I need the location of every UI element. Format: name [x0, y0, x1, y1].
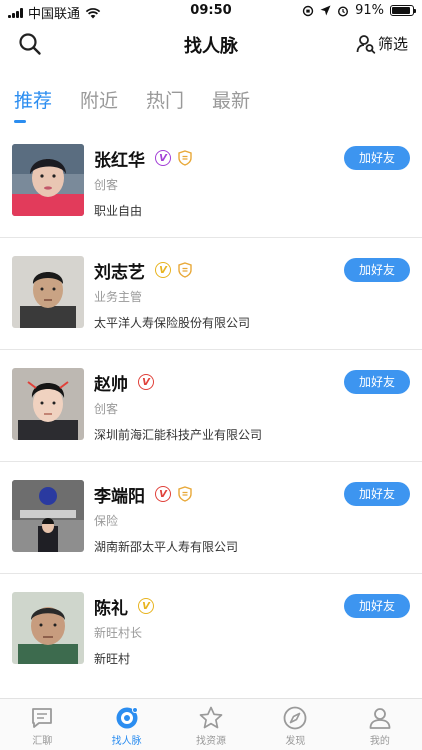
- battery-icon: [390, 5, 416, 16]
- nav-label: 我的: [369, 736, 390, 747]
- nav-header: 找人脉 筛选: [0, 22, 422, 66]
- person-card[interactable]: 张红华 V 创客 职业自由 加好友: [0, 126, 422, 238]
- person-role: 新旺村长: [94, 626, 143, 640]
- shield-badge-icon: [178, 486, 192, 502]
- person-name: 赵帅: [94, 375, 128, 395]
- avatar[interactable]: [12, 368, 84, 440]
- badge-group: V: [155, 486, 193, 502]
- add-friend-button[interactable]: 加好友: [344, 370, 410, 394]
- chat-icon: [32, 708, 53, 728]
- badge-group: V: [155, 262, 193, 278]
- vip-badge-icon: V: [138, 598, 154, 614]
- person-card[interactable]: 李端阳 V 保险 湖南新邵太平人寿有限公司 加好友: [0, 462, 422, 574]
- tab-nearby[interactable]: 附近: [80, 86, 118, 113]
- vip-badge-icon: V: [138, 374, 154, 390]
- person-name: 刘志艺: [94, 263, 145, 283]
- person-company: 太平洋人寿保险股份有限公司: [94, 316, 251, 330]
- user-icon: [369, 708, 391, 729]
- network-icon: [116, 707, 138, 729]
- add-friend-button[interactable]: 加好友: [344, 482, 410, 506]
- vip-badge-icon: V: [155, 486, 171, 502]
- nav-item-profile[interactable]: 我的: [338, 699, 422, 750]
- battery-percent: 91%: [355, 3, 384, 18]
- person-name: 张红华: [94, 151, 145, 171]
- nav-item-resources[interactable]: 找资源: [169, 699, 253, 750]
- nav-label: 汇聊: [32, 736, 53, 747]
- person-role: 创客: [94, 402, 119, 416]
- person-role: 创客: [94, 178, 119, 192]
- person-card[interactable]: 赵帅 V 创客 深圳前海汇能科技产业有限公司 加好友: [0, 350, 422, 462]
- person-role: 业务主管: [94, 290, 143, 304]
- bottom-tab-bar: 汇聊 找人脉 找资源 发现 我的: [0, 698, 422, 750]
- person-name: 李端阳: [94, 487, 145, 507]
- person-name: 陈礼: [94, 599, 128, 619]
- badge-group: V: [155, 150, 193, 166]
- person-company: 新旺村: [94, 652, 131, 666]
- alarm-icon: [338, 5, 349, 17]
- person-card[interactable]: 刘志艺 V 业务主管 太平洋人寿保险股份有限公司 加好友: [0, 238, 422, 350]
- nav-item-network[interactable]: 找人脉: [84, 699, 168, 750]
- shield-badge-icon: [178, 262, 192, 278]
- filter-label: 筛选: [377, 35, 408, 53]
- person-company: 湖南新邵太平人寿有限公司: [94, 540, 239, 554]
- star-icon: [199, 706, 223, 729]
- add-friend-button[interactable]: 加好友: [344, 594, 410, 618]
- tab-recommended[interactable]: 推荐: [14, 86, 52, 113]
- avatar[interactable]: [12, 592, 84, 664]
- location-icon: [320, 5, 331, 16]
- badge-group: V: [138, 598, 154, 614]
- nav-label: 找资源: [196, 736, 227, 747]
- vip-badge-icon: V: [155, 150, 171, 166]
- orientation-lock-icon: [302, 5, 314, 16]
- tab-popular[interactable]: 热门: [146, 86, 184, 113]
- avatar[interactable]: [12, 480, 84, 552]
- nav-label: 发现: [285, 736, 306, 747]
- nav-item-chat[interactable]: 汇聊: [0, 699, 84, 750]
- avatar[interactable]: [12, 144, 84, 216]
- nav-item-discover[interactable]: 发现: [253, 699, 337, 750]
- tab-latest[interactable]: 最新: [212, 86, 250, 113]
- filter-button[interactable]: 筛选: [356, 33, 408, 54]
- add-friend-button[interactable]: 加好友: [344, 146, 410, 170]
- compass-icon: [284, 706, 307, 730]
- shield-badge-icon: [178, 150, 192, 166]
- active-tab-indicator: [14, 120, 26, 123]
- status-bar: 中国联通 09:50 91%: [0, 0, 422, 22]
- vip-badge-icon: V: [155, 262, 171, 278]
- person-card[interactable]: 陈礼 V 新旺村长 新旺村 加好友: [0, 574, 422, 686]
- category-tabs: 推荐 附近 热门 最新: [14, 86, 250, 113]
- person-company: 职业自由: [94, 204, 143, 218]
- add-friend-button[interactable]: 加好友: [344, 258, 410, 282]
- person-role: 保险: [94, 514, 119, 528]
- badge-group: V: [138, 374, 154, 390]
- avatar[interactable]: [12, 256, 84, 328]
- person-company: 深圳前海汇能科技产业有限公司: [94, 428, 263, 442]
- nav-label: 找人脉: [111, 736, 142, 747]
- person-search-icon: [356, 34, 376, 54]
- status-right: 91%: [302, 3, 416, 18]
